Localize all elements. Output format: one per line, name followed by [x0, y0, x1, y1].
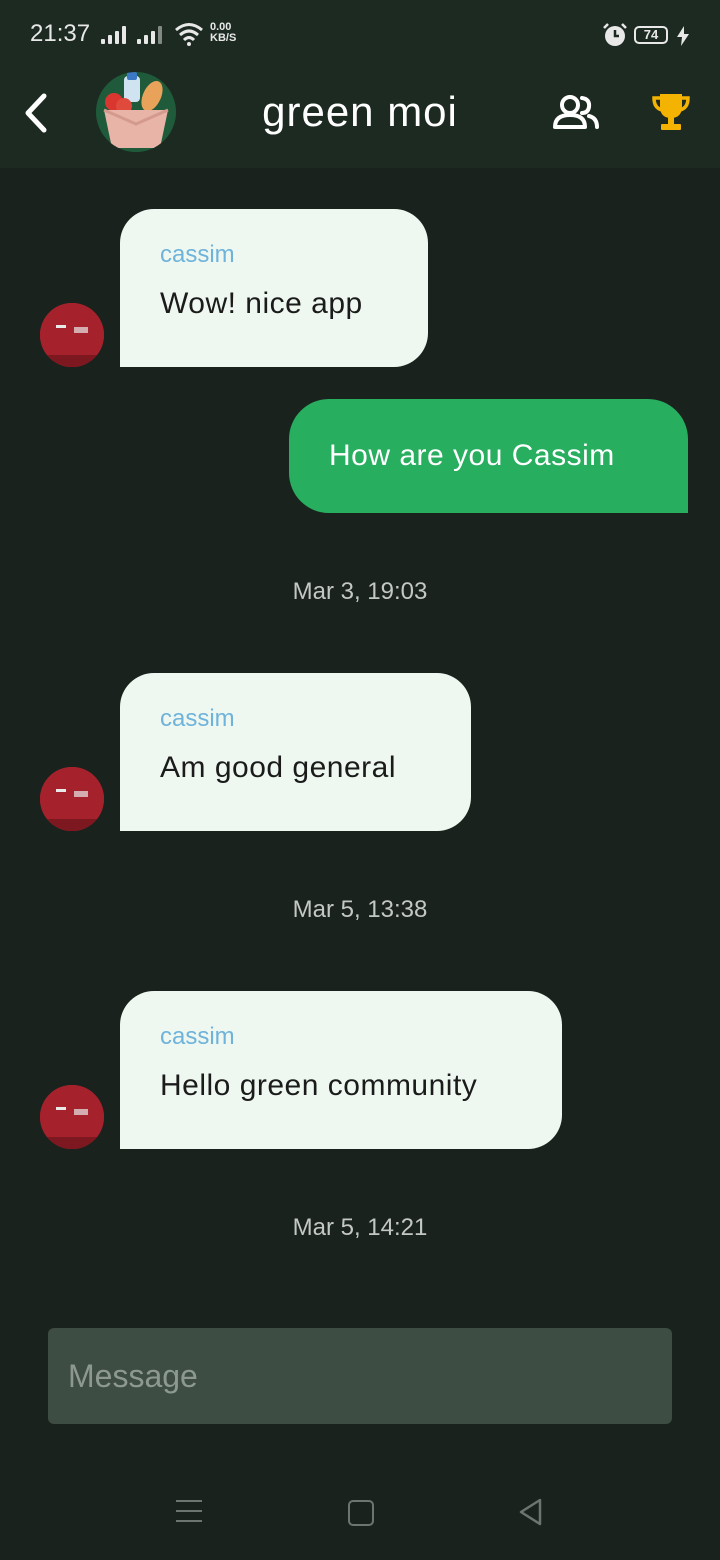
message-text: How are you Cassim [329, 439, 615, 472]
signal-icon-2 [137, 26, 162, 44]
status-time: 21:37 [30, 20, 91, 47]
sender-avatar[interactable] [40, 1085, 104, 1149]
message-text: Am good general [160, 751, 396, 784]
recent-apps-icon[interactable] [176, 1500, 202, 1530]
alarm-icon [603, 23, 627, 46]
message-text: Hello green community [160, 1069, 478, 1102]
nav-back-icon[interactable] [518, 1498, 544, 1526]
message-timestamp: Mar 5, 13:38 [292, 896, 428, 923]
status-bar: 21:37 0.00 KB/S 74 [0, 0, 720, 70]
sender-name: cassim [160, 1023, 235, 1050]
outgoing-message-bubble[interactable]: How are you Cassim [289, 399, 688, 513]
message-bubble[interactable]: cassim Hello green community [120, 991, 562, 1149]
sender-name: cassim [160, 241, 235, 268]
message-input[interactable] [48, 1328, 672, 1424]
system-nav-bar [0, 1470, 720, 1560]
members-icon[interactable] [552, 94, 600, 130]
message-timestamp: Mar 3, 19:03 [292, 578, 428, 605]
battery-indicator: 74 [634, 26, 668, 44]
home-icon[interactable] [348, 1500, 374, 1526]
jersey-avatar-icon [40, 767, 104, 831]
jersey-avatar-icon [40, 303, 104, 367]
trophy-icon[interactable] [652, 92, 690, 132]
message-bubble[interactable]: cassim Am good general [120, 673, 471, 831]
jersey-avatar-icon [40, 1085, 104, 1149]
wifi-icon [175, 23, 203, 46]
sender-name: cassim [160, 705, 235, 732]
message-timestamp: Mar 5, 14:21 [292, 1214, 428, 1241]
message-bubble[interactable]: cassim Wow! nice app [120, 209, 428, 367]
message-text: Wow! nice app [160, 287, 363, 320]
sender-avatar[interactable] [40, 303, 104, 367]
signal-icon [101, 26, 126, 44]
page-title: green moi [262, 88, 458, 135]
sender-avatar[interactable] [40, 767, 104, 831]
net-speed: 0.00 KB/S [210, 21, 237, 44]
charging-icon [677, 26, 689, 46]
